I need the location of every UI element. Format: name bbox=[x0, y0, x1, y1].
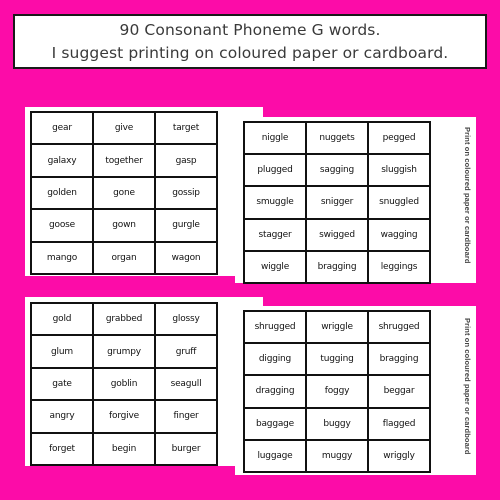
word-grid: niggle nuggets pegged plugged sagging sluggis… bbox=[243, 121, 431, 284]
word-cell: plugged bbox=[244, 154, 306, 187]
word-cell: foggy bbox=[306, 375, 368, 408]
word-cell: wriggly bbox=[368, 439, 430, 472]
word-cell: sluggish bbox=[368, 154, 430, 187]
word-cell: target bbox=[155, 112, 217, 145]
word-cell: shrugged bbox=[368, 311, 430, 344]
word-cell: shrugged bbox=[244, 311, 306, 344]
word-cell: bragging bbox=[306, 250, 368, 283]
word-cell: buggy bbox=[306, 407, 368, 440]
word-cell: grabbed bbox=[93, 303, 155, 336]
word-cell: finger bbox=[155, 400, 217, 433]
word-cell: beggar bbox=[368, 375, 430, 408]
word-cell: goose bbox=[31, 209, 93, 242]
word-cell: begin bbox=[93, 432, 155, 465]
title-line-2: I suggest printing on coloured paper or … bbox=[51, 43, 449, 62]
print-instruction-label: Print on coloured paper or cardboard bbox=[463, 127, 472, 264]
word-cell: wiggle bbox=[244, 250, 306, 283]
word-cell: smuggle bbox=[244, 186, 306, 219]
word-cell: pegged bbox=[368, 122, 430, 155]
word-cell: digging bbox=[244, 343, 306, 376]
word-cell: gurgle bbox=[155, 209, 217, 242]
word-cell: gear bbox=[31, 112, 93, 145]
word-cell: swigged bbox=[306, 218, 368, 251]
word-cell: sagging bbox=[306, 154, 368, 187]
word-cell: gossip bbox=[155, 176, 217, 210]
word-cell: gruff bbox=[155, 335, 217, 368]
word-cell: glossy bbox=[155, 303, 217, 336]
print-instruction-label: Print on coloured paper or cardboard bbox=[463, 318, 472, 455]
word-cell: wagon bbox=[155, 241, 217, 274]
word-cell: burger bbox=[155, 432, 217, 465]
word-cell: snuggled bbox=[368, 186, 430, 219]
word-cell: golden bbox=[31, 176, 93, 210]
title-banner: 90 Consonant Phoneme G words. I suggest … bbox=[13, 14, 487, 69]
word-cell: snigger bbox=[306, 186, 368, 219]
word-cell: muggy bbox=[306, 439, 368, 472]
word-cell: organ bbox=[93, 241, 155, 274]
word-cell: goblin bbox=[93, 367, 155, 401]
word-cell: angry bbox=[31, 400, 93, 433]
word-cell: wriggle bbox=[306, 311, 368, 344]
word-cell: nuggets bbox=[306, 122, 368, 155]
word-cell: dragging bbox=[244, 375, 306, 408]
word-cell: galaxy bbox=[31, 144, 93, 177]
word-cell: leggings bbox=[368, 250, 430, 283]
word-cell: flagged bbox=[368, 407, 430, 440]
word-grid: gear give target galaxy together gasp golden go… bbox=[30, 111, 218, 275]
word-cell: luggage bbox=[244, 439, 306, 472]
word-cell: stagger bbox=[244, 218, 306, 251]
word-cell: wagging bbox=[368, 218, 430, 251]
word-cell: tugging bbox=[306, 343, 368, 376]
word-cell: gasp bbox=[155, 144, 217, 177]
word-cell: gold bbox=[31, 303, 93, 336]
word-cell: niggle bbox=[244, 122, 306, 155]
word-cell: together bbox=[93, 144, 155, 177]
word-cell: glum bbox=[31, 335, 93, 368]
word-cell: baggage bbox=[244, 407, 306, 440]
word-cell: give bbox=[93, 112, 155, 145]
word-grid: shrugged wriggle shrugged digging tugging bra… bbox=[243, 310, 431, 473]
word-cell: mango bbox=[31, 241, 93, 274]
word-cell: forget bbox=[31, 432, 93, 465]
word-cell: gone bbox=[93, 176, 155, 210]
word-grid: gold grabbed glossy glum grumpy gruff gate gobl… bbox=[30, 302, 218, 466]
title-line-1: 90 Consonant Phoneme G words. bbox=[119, 20, 381, 39]
word-cell: gate bbox=[31, 367, 93, 401]
word-cell: seagull bbox=[155, 367, 217, 401]
word-cell: gown bbox=[93, 209, 155, 242]
word-cell: forgive bbox=[93, 400, 155, 433]
word-cell: grumpy bbox=[93, 335, 155, 368]
word-cell: bragging bbox=[368, 343, 430, 376]
